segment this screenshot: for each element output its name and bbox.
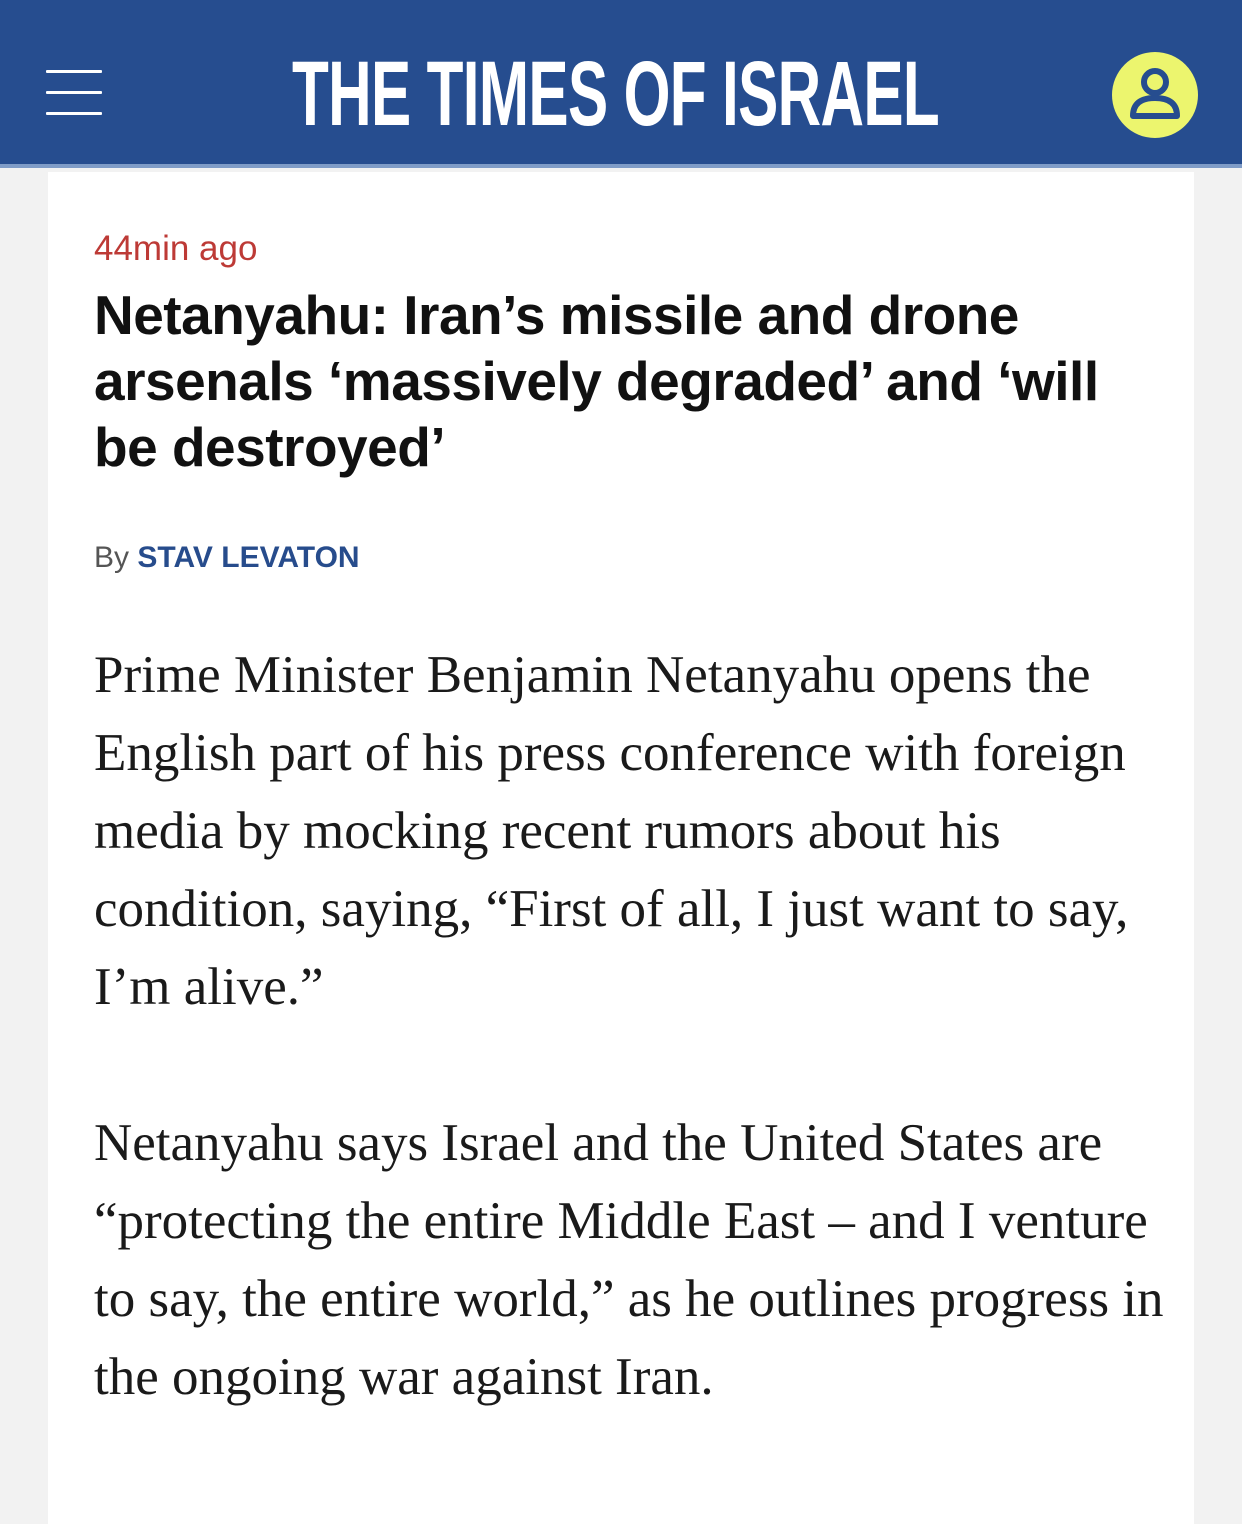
menu-bar-bottom (46, 112, 102, 115)
author-link[interactable]: STAV LEVATON (137, 541, 359, 574)
menu-bar-top (46, 70, 102, 73)
article-timestamp: 44min ago (94, 229, 258, 268)
user-account-button[interactable] (1112, 52, 1198, 138)
menu-bar-middle (46, 91, 102, 94)
site-logo[interactable]: THE TIMES OF ISRAEL (292, 48, 940, 140)
byline-prefix: By (94, 541, 130, 574)
article-byline: By STAV LEVATON (94, 538, 360, 578)
article-paragraph: Prime Minister Benjamin Netanyahu opens … (94, 646, 1129, 1016)
hamburger-menu-icon[interactable] (46, 70, 102, 116)
article-paragraph: Netanyahu says Israel and the United Sta… (94, 1114, 1164, 1406)
article-headline: Netanyahu: Iran’s missile and drone arse… (94, 284, 1099, 478)
user-account-icon (1130, 68, 1180, 119)
site-header: THE TIMES OF ISRAEL (0, 0, 1242, 168)
